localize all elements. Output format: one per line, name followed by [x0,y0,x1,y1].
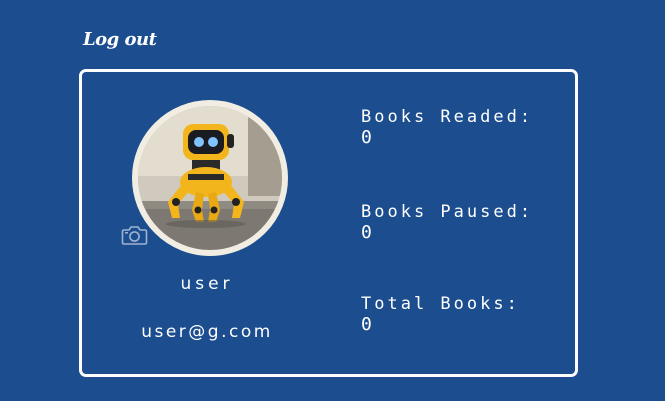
books-paused-label: Books Paused: [361,202,534,222]
robot-photo [138,106,282,250]
books-readed-value: 0 [361,127,372,148]
profile-card: user user@g.com Books Readed: 0 Books Pa… [79,69,578,377]
profile-avatar [132,100,288,256]
books-readed-stat: Books Readed: 0 [361,107,533,149]
books-paused-value: 0 [361,222,372,243]
profile-page: Log out user user@g.com Books Readed: 0 … [0,0,665,401]
username-text: user [180,274,234,294]
total-books-label: Total Books: [361,294,520,314]
email-text: user@g.com [141,322,273,342]
books-readed-label: Books Readed: [361,107,534,127]
total-books-value: 0 [361,314,372,335]
books-paused-stat: Books Paused: 0 [361,202,533,244]
camera-icon[interactable] [121,224,148,246]
logout-link[interactable]: Log out [83,29,157,50]
total-books-stat: Total Books: 0 [361,294,520,336]
